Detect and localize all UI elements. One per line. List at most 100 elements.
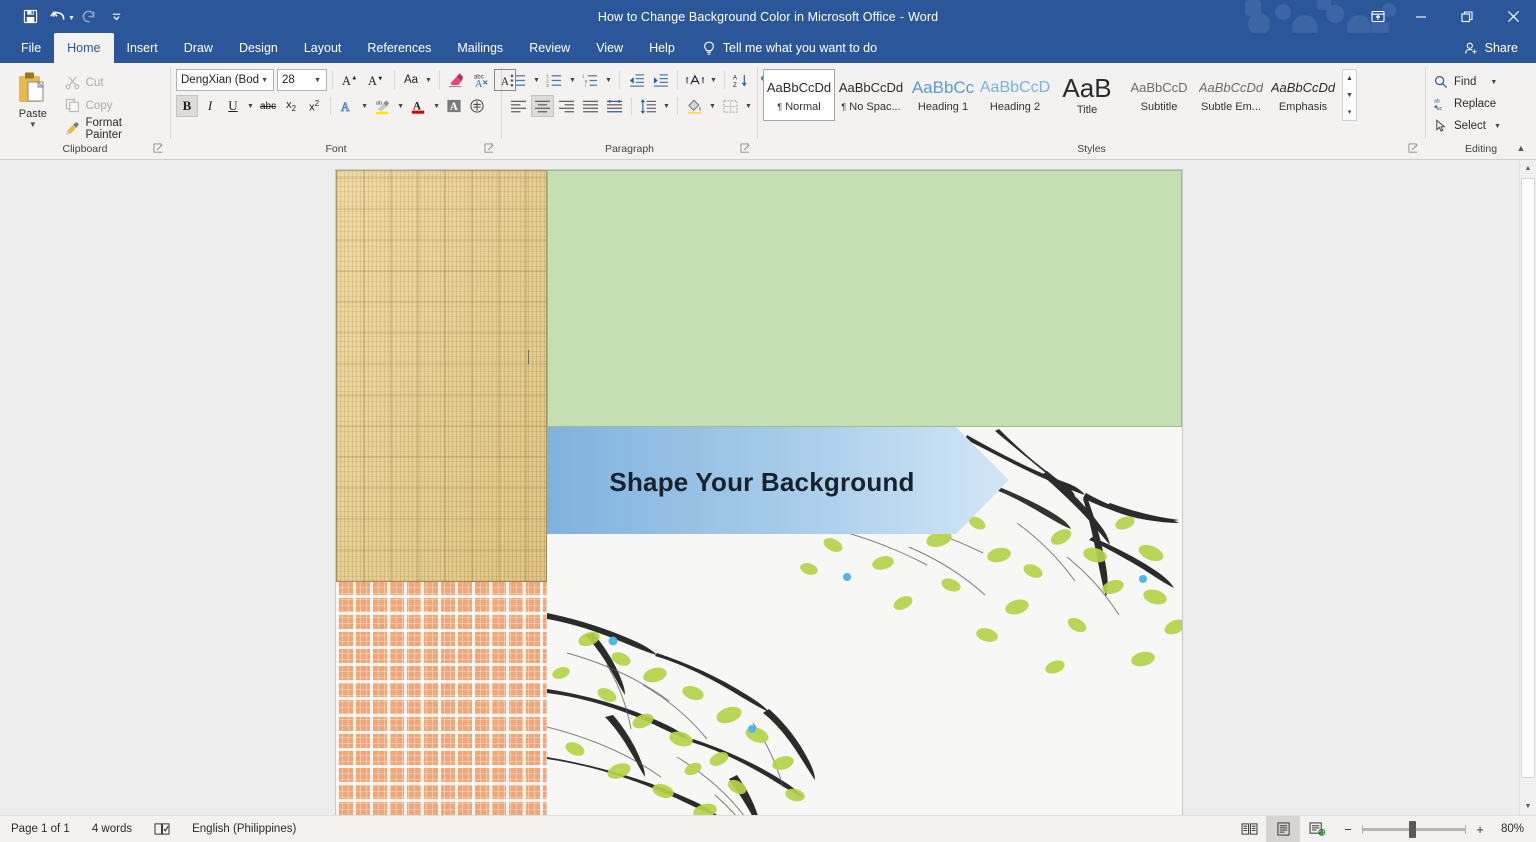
restore-button[interactable] [1444,0,1490,33]
align-left-button[interactable] [507,95,530,117]
font-color-caret-icon[interactable]: ▼ [431,95,442,117]
shading-caret-icon[interactable]: ▼ [707,95,718,117]
italic-button[interactable]: I [199,95,221,117]
style-no-spacing[interactable]: AaBbCcDd ¶ No Spac... [835,69,907,121]
undo-dropdown-caret[interactable]: ▼ [68,15,75,22]
align-center-button[interactable] [531,95,554,117]
language-indicator[interactable]: English (Philippines) [181,816,307,842]
document-page[interactable]: Shape Your Background [336,170,1182,815]
borders-caret-icon[interactable]: ▼ [743,95,754,117]
style-emphasis[interactable]: AaBbCcDd Emphasis [1267,69,1339,121]
save-button[interactable] [16,4,44,30]
scroll-up-button[interactable]: ▲ [1520,160,1536,177]
read-mode-button[interactable] [1232,816,1266,842]
asian-layout-button[interactable] [683,69,707,91]
tab-layout[interactable]: Layout [291,33,355,63]
tab-home[interactable]: Home [54,33,113,63]
style-normal[interactable]: AaBbCcDd ¶ Normal [763,69,835,121]
grow-font-button[interactable]: A ▴ [338,69,363,91]
increase-indent-button[interactable] [649,69,672,91]
font-name-combobox[interactable]: DengXian (Bod ▼ [176,69,274,91]
superscript-button[interactable]: x2 [303,95,325,117]
vertical-scrollbar[interactable]: ▲ ▼ [1519,160,1536,815]
font-size-combobox[interactable]: 28 ▼ [277,69,327,91]
word-count[interactable]: 4 words [81,816,143,842]
bold-button[interactable]: B [176,95,198,117]
borders-button[interactable] [719,95,742,117]
tab-review[interactable]: Review [516,33,583,63]
print-layout-button[interactable] [1266,816,1300,842]
style-heading-2[interactable]: AaBbCcD Heading 2 [979,69,1051,121]
ribbon-display-options-button[interactable] [1358,0,1398,33]
style-title[interactable]: AaB Title [1051,69,1123,121]
tab-insert[interactable]: Insert [114,33,171,63]
underline-button[interactable]: U [222,95,244,117]
copy-button[interactable]: Copy [61,95,165,116]
select-caret-icon[interactable]: ▼ [1494,123,1501,130]
paste-button[interactable]: Paste ▼ [5,69,61,128]
sort-button[interactable]: A Z [730,69,752,91]
styles-dialog-launcher-icon[interactable] [1408,143,1419,154]
enclose-characters-button[interactable] [466,95,488,117]
numbering-button[interactable]: 123 [543,69,566,91]
select-button[interactable]: Select ▼ [1431,115,1504,137]
proofing-status[interactable] [143,816,181,842]
style-subtitle[interactable]: AaBbCcD Subtitle [1123,69,1195,121]
zoom-level-label[interactable]: 80% [1494,823,1524,835]
multilevel-list-button[interactable]: 1ai [579,69,602,91]
tell-me-search[interactable]: Tell me what you want to do [688,33,887,63]
zoom-out-button[interactable]: − [1342,822,1354,837]
font-name-caret-icon[interactable]: ▼ [261,77,273,84]
branch-artwork-panel[interactable]: Shape Your Background [547,427,1182,815]
text-highlight-color-button[interactable]: ab [371,95,394,117]
justify-button[interactable] [579,95,602,117]
paragraph-dialog-launcher-icon[interactable] [740,143,751,154]
phonetic-guide-button[interactable]: abc A [469,69,493,91]
replace-button[interactable]: ab ac Replace [1431,93,1499,115]
cut-button[interactable]: Cut [61,72,165,93]
strikethrough-button[interactable]: abc [257,95,279,117]
multilevel-caret-icon[interactable]: ▼ [603,69,614,91]
tab-mailings[interactable]: Mailings [444,33,516,63]
customize-quick-access-toolbar-button[interactable] [103,4,131,30]
styles-scroll-up-button[interactable]: ▲ [1343,70,1356,86]
tab-references[interactable]: References [354,33,444,63]
scroll-down-button[interactable]: ▼ [1520,798,1536,815]
highlight-caret-icon[interactable]: ▼ [395,95,406,117]
text-effects-button[interactable]: A [336,95,358,117]
change-case-button[interactable]: Aa [400,69,422,91]
collapse-ribbon-button[interactable]: ▲ [1513,141,1529,155]
distributed-button[interactable] [603,95,626,117]
change-case-caret-icon[interactable]: ▼ [423,69,434,91]
redo-button[interactable] [75,4,103,30]
page-indicator[interactable]: Page 1 of 1 [0,816,81,842]
shrink-font-button[interactable]: A ▾ [364,69,389,91]
green-panel[interactable] [547,170,1182,427]
styles-more-button[interactable]: ▾ [1343,104,1356,120]
tab-design[interactable]: Design [226,33,291,63]
tab-draw[interactable]: Draw [171,33,226,63]
bullets-caret-icon[interactable]: ▼ [531,69,542,91]
find-caret-icon[interactable]: ▼ [1490,79,1497,86]
find-button[interactable]: Find ▼ [1431,71,1500,93]
web-layout-button[interactable] [1300,816,1334,842]
font-color-button[interactable]: A [407,95,430,117]
document-canvas[interactable]: Shape Your Background ▲ ▼ [0,160,1536,815]
subscript-button[interactable]: x2 [280,95,302,117]
share-button[interactable]: Share [1464,33,1536,63]
character-shading-button[interactable]: A [443,95,465,117]
tab-file[interactable]: File [8,33,54,63]
font-size-caret-icon[interactable]: ▼ [314,77,326,84]
line-and-paragraph-spacing-button[interactable] [637,95,660,117]
close-button[interactable] [1490,0,1536,33]
styles-scroll-down-button[interactable]: ▼ [1343,87,1356,103]
tab-view[interactable]: View [583,33,636,63]
bullets-button[interactable] [507,69,530,91]
zoom-slider[interactable] [1362,828,1466,831]
tab-help[interactable]: Help [636,33,688,63]
numbering-caret-icon[interactable]: ▼ [567,69,578,91]
zoom-in-button[interactable]: + [1474,822,1486,837]
shading-button[interactable] [683,95,706,117]
asian-layout-caret-icon[interactable]: ▼ [708,69,719,91]
canvas-texture-panel[interactable] [336,170,547,582]
